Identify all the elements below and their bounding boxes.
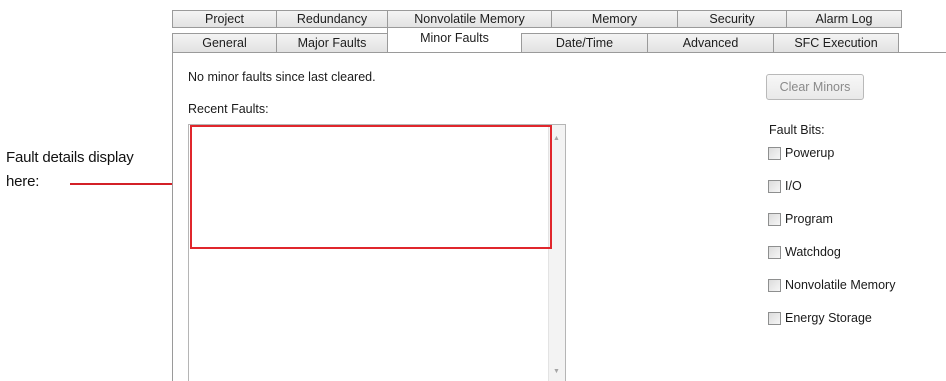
recent-faults-label: Recent Faults:	[188, 102, 269, 116]
tab-memory[interactable]: Memory	[551, 10, 677, 28]
fault-bit-program[interactable]: Program	[768, 211, 895, 227]
tab-row-bottom: General Major Faults Minor Faults Date/T…	[172, 27, 899, 53]
fault-bit-label: Nonvolatile Memory	[785, 278, 896, 292]
tab-general[interactable]: General	[172, 33, 276, 53]
fault-bit-io[interactable]: I/O	[768, 178, 895, 194]
fault-bit-label: I/O	[785, 179, 802, 193]
fault-bit-watchdog[interactable]: Watchdog	[768, 244, 895, 260]
checkbox-icon[interactable]	[768, 245, 781, 259]
checkbox-icon[interactable]	[768, 179, 781, 193]
fault-bit-label: Program	[785, 212, 833, 226]
controller-properties-dialog: Project Redundancy Nonvolatile Memory Me…	[172, 0, 946, 381]
tab-advanced[interactable]: Advanced	[647, 33, 773, 53]
tab-date-time[interactable]: Date/Time	[521, 33, 647, 53]
recent-faults-scrollbar[interactable]: ▲ ▼	[548, 125, 565, 381]
tab-sfc-execution[interactable]: SFC Execution	[773, 33, 899, 53]
fault-bit-label: Watchdog	[785, 245, 841, 259]
scroll-down-arrow-icon[interactable]: ▼	[553, 368, 560, 375]
fault-bit-label: Energy Storage	[785, 311, 872, 325]
checkbox-icon[interactable]	[768, 311, 781, 325]
checkbox-icon[interactable]	[768, 212, 781, 226]
tab-redundancy[interactable]: Redundancy	[276, 10, 387, 28]
tab-minor-faults[interactable]: Minor Faults	[387, 27, 521, 53]
tab-major-faults[interactable]: Major Faults	[276, 33, 387, 53]
clear-minors-button[interactable]: Clear Minors	[766, 74, 864, 100]
fault-bit-energy-storage[interactable]: Energy Storage	[768, 310, 895, 326]
fault-bit-powerup[interactable]: Powerup	[768, 145, 895, 161]
callout-line-1: Fault details display	[6, 149, 134, 166]
callout-text: Fault details display here:	[6, 146, 134, 194]
fault-bits-label: Fault Bits:	[769, 123, 825, 137]
checkbox-icon[interactable]	[768, 146, 781, 160]
fault-bit-nonvolatile-memory[interactable]: Nonvolatile Memory	[768, 277, 895, 293]
scroll-up-arrow-icon[interactable]: ▲	[553, 135, 560, 142]
fault-bits-group: Powerup I/O Program Watchdog Nonvolatile…	[768, 145, 895, 343]
fault-bit-label: Powerup	[785, 146, 835, 160]
tab-project[interactable]: Project	[172, 10, 276, 28]
recent-faults-textbox[interactable]: ▲ ▼	[188, 124, 566, 381]
minor-faults-status: No minor faults since last cleared.	[188, 70, 376, 84]
callout-line-2: here:	[6, 173, 40, 190]
tab-alarm-log[interactable]: Alarm Log	[786, 10, 902, 28]
tab-row-top: Project Redundancy Nonvolatile Memory Me…	[172, 10, 902, 28]
tab-security[interactable]: Security	[677, 10, 786, 28]
checkbox-icon[interactable]	[768, 278, 781, 292]
tab-nonvolatile-memory[interactable]: Nonvolatile Memory	[387, 10, 551, 28]
